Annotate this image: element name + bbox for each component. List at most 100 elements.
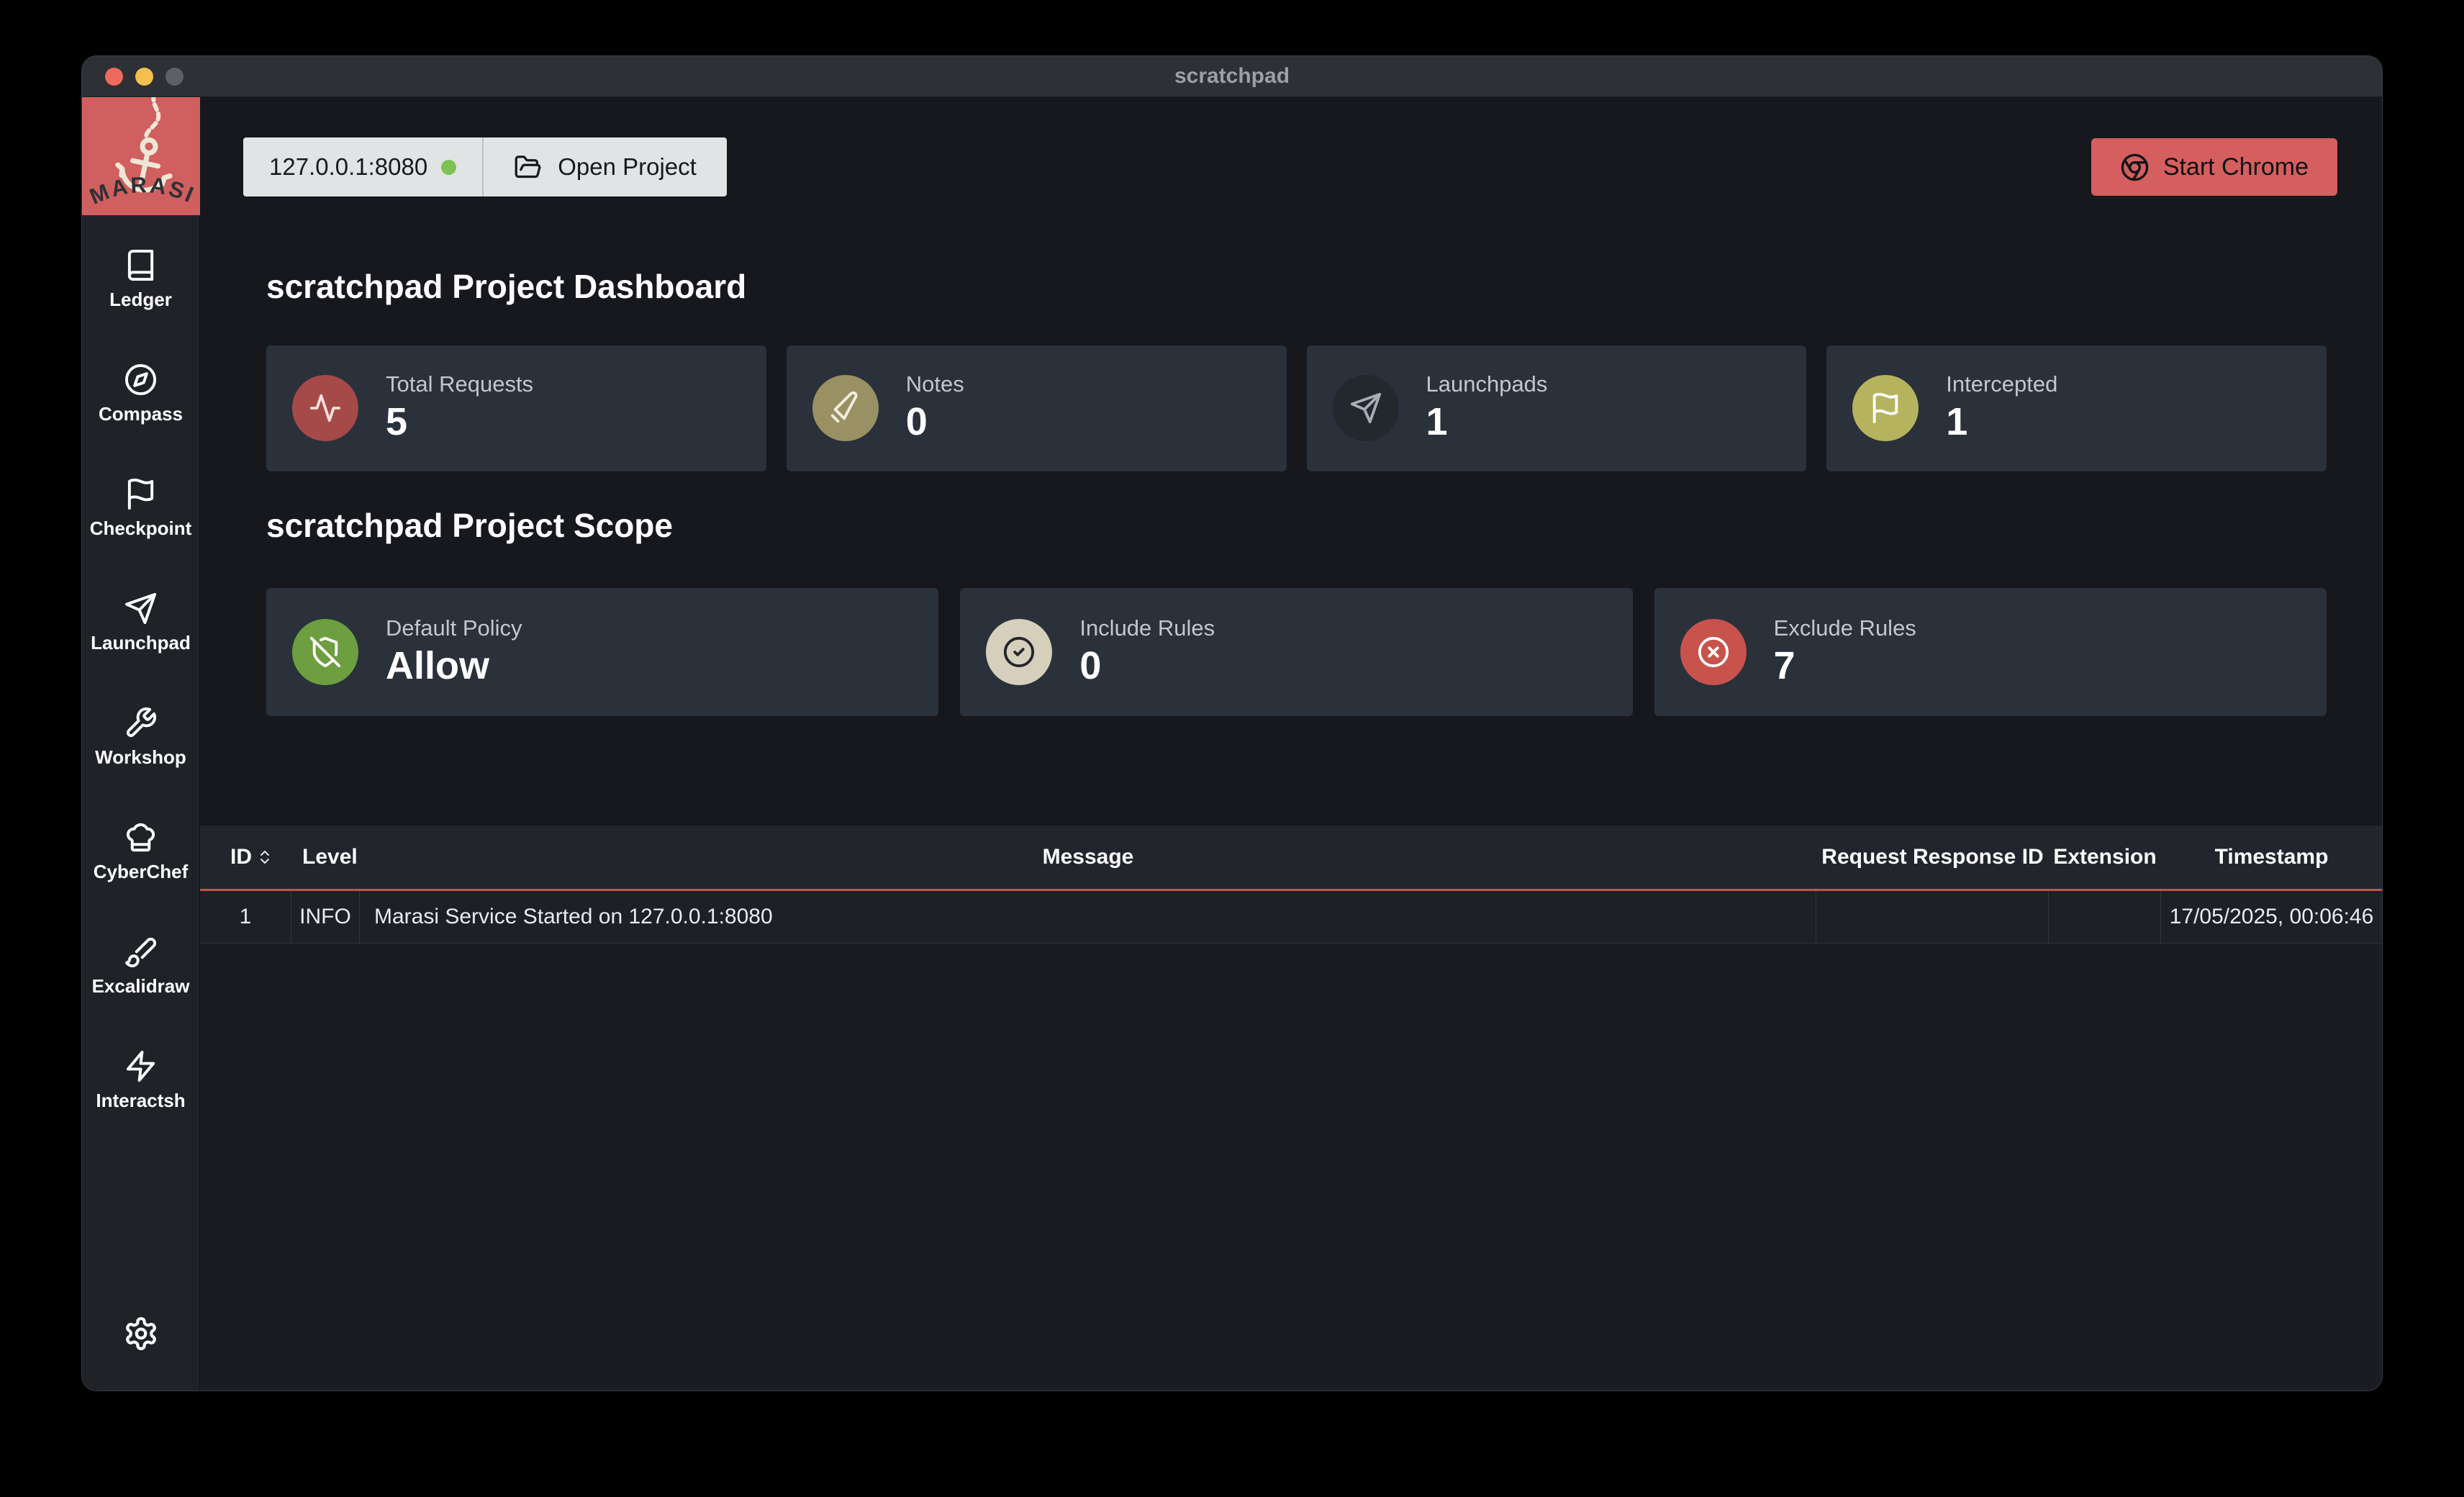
stat-value: 1 bbox=[1426, 399, 1548, 446]
stat-label: Total Requests bbox=[386, 371, 533, 397]
sidebar-item-label: Launchpad bbox=[91, 632, 191, 654]
sidebar-item-workshop[interactable]: Workshop bbox=[95, 706, 186, 769]
cell-level: INFO bbox=[291, 891, 360, 943]
sidebar-item-label: CyberChef bbox=[94, 861, 188, 883]
window-controls bbox=[105, 56, 184, 96]
main-panel: 127.0.0.1:8080 Open Project Start Chrome… bbox=[200, 97, 2382, 1390]
open-project-label: Open Project bbox=[558, 153, 697, 181]
close-window-button[interactable] bbox=[105, 68, 123, 86]
book-icon bbox=[124, 248, 158, 282]
scope-card-default-policy: Default Policy Allow bbox=[266, 588, 938, 716]
stat-card-intercepted: Intercepted 1 bbox=[1826, 345, 2327, 471]
sidebar-item-checkpoint[interactable]: Checkpoint bbox=[90, 477, 192, 540]
sidebar-item-compass[interactable]: Compass bbox=[99, 363, 183, 425]
stat-icon-circle bbox=[1333, 375, 1399, 441]
circle-x-icon bbox=[1697, 636, 1730, 669]
start-chrome-button[interactable]: Start Chrome bbox=[2091, 138, 2337, 196]
cell-timestamp: 17/05/2025, 00:06:46 bbox=[2161, 891, 2382, 943]
sidebar-item-label: Workshop bbox=[95, 746, 186, 769]
sidebar-item-label: Compass bbox=[99, 403, 183, 425]
minimize-window-button[interactable] bbox=[135, 68, 153, 86]
sidebar-item-cyberchef[interactable]: CyberChef bbox=[94, 820, 188, 883]
sidebar: MARASI Ledger Compass Checkpoint bbox=[82, 97, 200, 1390]
sidebar-nav: Ledger Compass Checkpoint Launchpad Work… bbox=[90, 215, 192, 1112]
stat-label: Launchpads bbox=[1426, 371, 1548, 397]
scope-label: Default Policy bbox=[386, 615, 522, 641]
sidebar-item-label: Ledger bbox=[109, 289, 172, 311]
circle-check-icon bbox=[1002, 636, 1036, 669]
scope-icon-circle bbox=[292, 619, 358, 685]
scope-value: Allow bbox=[386, 643, 522, 689]
sidebar-item-ledger[interactable]: Ledger bbox=[109, 248, 172, 311]
sidebar-item-label: Interactsh bbox=[96, 1090, 185, 1112]
app-window: scratchpad MARASI bbox=[82, 56, 2382, 1390]
sort-icon bbox=[256, 849, 273, 866]
cell-message: Marasi Service Started on 127.0.0.1:8080 bbox=[360, 891, 1816, 943]
scope-label: Exclude Rules bbox=[1774, 615, 1916, 641]
logs-table: ID Level Message Request Response ID Ext… bbox=[200, 826, 2382, 1390]
sidebar-item-launchpad[interactable]: Launchpad bbox=[91, 592, 191, 654]
column-label: Message bbox=[1043, 845, 1134, 869]
window-title: scratchpad bbox=[1174, 64, 1290, 89]
flag-icon bbox=[124, 477, 158, 511]
stat-value: 0 bbox=[906, 399, 964, 446]
column-header-message: Message bbox=[360, 826, 1816, 889]
stat-label: Intercepted bbox=[1946, 371, 2057, 397]
dashboard-section: scratchpad Project Dashboard Total Reque… bbox=[200, 196, 2382, 716]
column-header-extension: Extension bbox=[2049, 826, 2161, 889]
sidebar-item-excalidraw[interactable]: Excalidraw bbox=[92, 935, 190, 998]
marasi-logo: MARASI bbox=[82, 97, 200, 215]
stat-icon-circle bbox=[1852, 375, 1919, 441]
send-icon bbox=[124, 592, 158, 625]
stat-card-total-requests: Total Requests 5 bbox=[266, 345, 766, 471]
log-row[interactable]: 1 INFO Marasi Service Started on 127.0.0… bbox=[200, 891, 2382, 944]
activity-icon bbox=[309, 392, 342, 425]
stat-card-notes: Notes 0 bbox=[787, 345, 1287, 471]
settings-button[interactable] bbox=[123, 1316, 159, 1352]
zoom-window-button[interactable] bbox=[166, 68, 184, 86]
scope-value: 0 bbox=[1079, 643, 1215, 689]
table-empty-area bbox=[200, 944, 2382, 1390]
column-header-id[interactable]: ID bbox=[200, 826, 291, 889]
scope-title: scratchpad Project Scope bbox=[266, 507, 2327, 544]
flag-icon bbox=[1869, 392, 1902, 425]
sidebar-item-interactsh[interactable]: Interactsh bbox=[96, 1049, 185, 1112]
chrome-icon bbox=[2120, 153, 2150, 182]
pencil-icon bbox=[829, 392, 862, 425]
column-label: ID bbox=[230, 845, 252, 869]
stat-value: 5 bbox=[386, 399, 533, 446]
scope-label: Include Rules bbox=[1079, 615, 1215, 641]
column-label: Request Response ID bbox=[1821, 845, 2043, 869]
toolbar: 127.0.0.1:8080 Open Project Start Chrome bbox=[243, 137, 2337, 196]
stat-icon-circle bbox=[812, 375, 879, 441]
scope-card-include-rules: Include Rules 0 bbox=[960, 588, 1632, 716]
scope-cards: Default Policy Allow Include Rules 0 bbox=[266, 588, 2327, 716]
stat-card-launchpads: Launchpads 1 bbox=[1307, 345, 1807, 471]
scope-icon-circle bbox=[1680, 619, 1747, 685]
folder-open-icon bbox=[514, 153, 542, 181]
service-status-dot bbox=[441, 160, 456, 175]
shield-off-icon bbox=[309, 636, 342, 669]
column-header-level: Level bbox=[291, 826, 360, 889]
svg-text:MARASI: MARASI bbox=[86, 172, 199, 209]
cell-id: 1 bbox=[200, 891, 291, 943]
column-label: Level bbox=[302, 845, 358, 869]
compass-icon bbox=[124, 363, 158, 397]
scope-value: 7 bbox=[1774, 643, 1916, 689]
paintbrush-icon bbox=[124, 935, 158, 969]
column-label: Timestamp bbox=[2215, 845, 2329, 869]
anchor-chain bbox=[146, 97, 158, 140]
scope-card-exclude-rules: Exclude Rules 7 bbox=[1654, 588, 2327, 716]
wrench-icon bbox=[124, 706, 158, 740]
sidebar-item-label: Excalidraw bbox=[92, 975, 190, 998]
column-header-request-response-id: Request Response ID bbox=[1816, 826, 2049, 889]
column-header-timestamp: Timestamp bbox=[2161, 826, 2382, 889]
column-label: Extension bbox=[2053, 845, 2156, 869]
service-address-text: 127.0.0.1:8080 bbox=[269, 153, 427, 181]
stat-label: Notes bbox=[906, 371, 964, 397]
gear-icon bbox=[123, 1316, 159, 1352]
zap-icon bbox=[124, 1049, 158, 1083]
open-project-button[interactable]: Open Project bbox=[484, 137, 727, 196]
start-chrome-label: Start Chrome bbox=[2163, 153, 2309, 181]
logs-table-header: ID Level Message Request Response ID Ext… bbox=[200, 826, 2382, 889]
